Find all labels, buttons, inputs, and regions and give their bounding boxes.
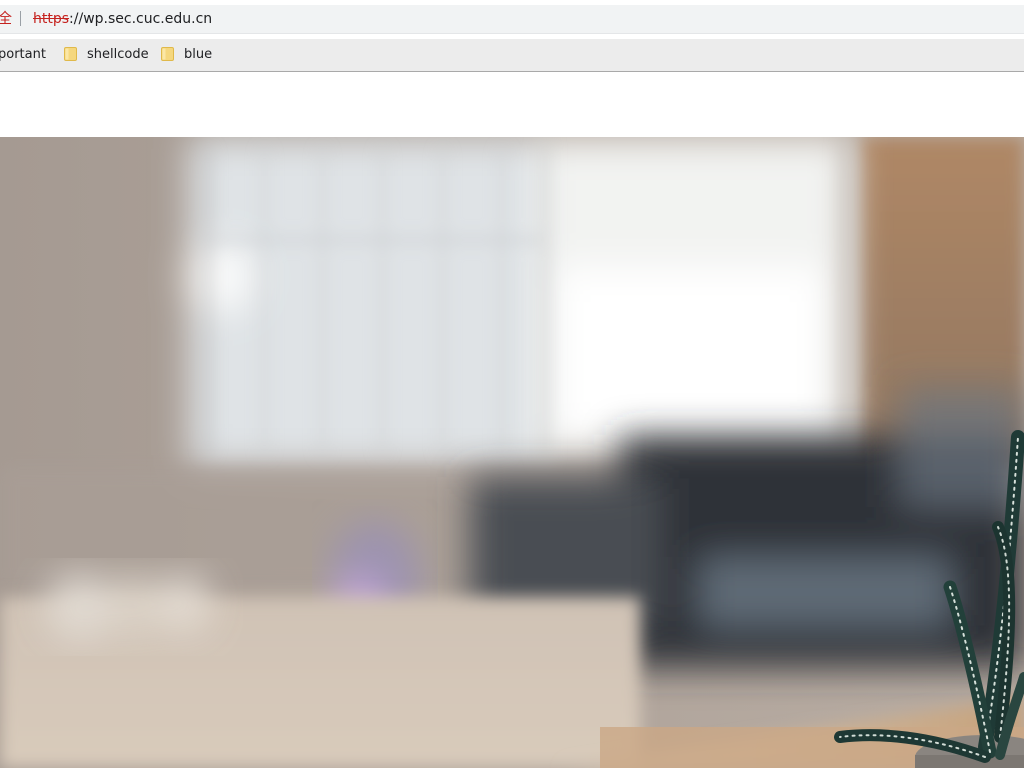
hero-photo [0,137,1024,768]
folder-icon [161,47,174,61]
bookmark-blue[interactable]: blue [161,44,212,64]
url-scheme: https [33,11,70,27]
bookmark-shellcode[interactable]: shellcode [64,44,149,64]
address-bar-divider [20,11,21,26]
browser-chrome: 全 https://wp.sec.cuc.edu.cn portant shel… [0,0,1024,72]
bookmark-label: portant [0,46,46,62]
address-bar[interactable]: 全 https://wp.sec.cuc.edu.cn [0,5,1024,34]
bookmarks-bar: portant shellcode blue [0,39,1024,72]
url-host: ://wp.sec.cuc.edu.cn [69,11,213,27]
bookmark-label: shellcode [87,46,149,62]
security-indicator[interactable]: 全 [0,11,12,27]
folder-icon [64,47,77,61]
web-page [0,72,1024,768]
bookmark-important[interactable]: portant [0,44,46,64]
bookmark-label: blue [184,46,213,62]
url-text[interactable]: https://wp.sec.cuc.edu.cn [33,11,212,27]
